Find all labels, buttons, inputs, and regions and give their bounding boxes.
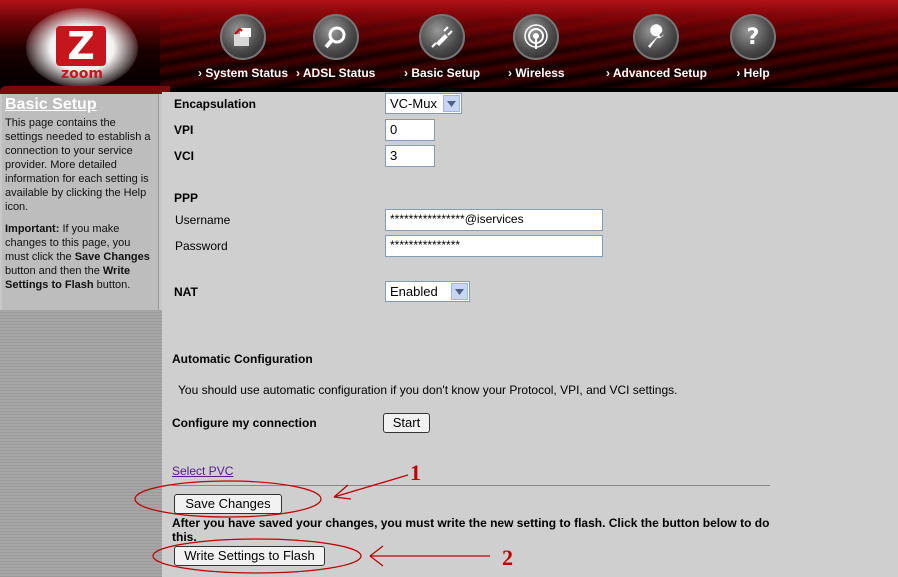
wrench-icon <box>633 14 680 60</box>
chevron-down-icon <box>443 95 460 112</box>
plug-icon <box>419 14 466 60</box>
important-label: Important: <box>5 223 60 235</box>
nav-basic-setup[interactable]: › Basic Setup <box>404 14 480 80</box>
start-button[interactable]: Start <box>383 413 430 433</box>
auto-config-heading: Automatic Configuration <box>172 352 313 366</box>
system-status-icon <box>220 14 267 60</box>
annotation-marker-2: 2 <box>502 545 513 570</box>
configure-connection-label: Configure my connection <box>172 416 317 430</box>
important-text-2: button and then the <box>5 265 103 277</box>
auto-config-description: You should use automatic configuration i… <box>178 383 678 397</box>
sidebar-title: Basic Setup <box>5 96 97 113</box>
username-label: Username <box>175 213 231 227</box>
nav-help[interactable]: ? › Help <box>730 14 776 80</box>
nav-advanced-setup-label: › Advanced Setup <box>606 66 707 80</box>
vpi-label: VPI <box>174 123 194 137</box>
select-pvc-link[interactable]: Select PVC <box>172 464 233 478</box>
save-changes-button[interactable]: Save Changes <box>174 494 282 514</box>
encapsulation-label: Encapsulation <box>174 97 257 111</box>
svg-text:?: ? <box>747 25 760 50</box>
password-label: Password <box>175 239 228 253</box>
save-changes-mention: Save Changes <box>74 251 150 263</box>
nav-system-status[interactable]: › System Status <box>198 14 288 80</box>
wireless-icon <box>513 14 560 60</box>
nat-value: Enabled <box>390 284 438 299</box>
magnifier-icon <box>312 14 359 60</box>
sidebar-description: This page contains the settings needed t… <box>5 117 151 213</box>
nat-select[interactable]: Enabled <box>385 281 470 302</box>
important-text-3: button. <box>93 279 131 291</box>
logo-text: zoom <box>61 66 103 82</box>
nav-adsl-status[interactable]: › ADSL Status <box>296 14 375 80</box>
annotation-marker-1: 1 <box>410 460 421 485</box>
password-input[interactable]: *************** <box>385 235 603 257</box>
vpi-input[interactable]: 0 <box>385 119 435 141</box>
question-icon: ? <box>730 14 776 60</box>
sidebar-important: Important: If you make changes to this p… <box>5 222 155 292</box>
vci-label: VCI <box>174 149 195 163</box>
chevron-down-icon <box>451 283 468 300</box>
vci-input[interactable]: 3 <box>385 145 435 167</box>
sidebar-background <box>0 310 162 577</box>
nav-wireless[interactable]: › Wireless <box>508 14 565 80</box>
flash-note: After you have saved your changes, you m… <box>172 516 770 544</box>
zoom-logo[interactable]: Z zoom <box>26 8 138 88</box>
ppp-label: PPP <box>174 191 199 205</box>
logo-z-icon: Z <box>56 26 106 66</box>
divider <box>172 485 770 486</box>
sidebar-help-panel: Basic Setup This page contains the setti… <box>2 94 159 310</box>
nav-advanced-setup[interactable]: › Advanced Setup <box>606 14 707 80</box>
nav-wireless-label: › Wireless <box>508 66 565 80</box>
nat-label: NAT <box>174 285 198 299</box>
username-input[interactable]: ****************@iservices <box>385 209 603 231</box>
encapsulation-select[interactable]: VC-Mux <box>385 93 462 114</box>
write-settings-to-flash-button[interactable]: Write Settings to Flash <box>174 546 325 566</box>
nav-basic-setup-label: › Basic Setup <box>404 66 481 80</box>
sidebar-tab <box>0 86 170 94</box>
nav-adsl-status-label: › ADSL Status <box>296 66 376 80</box>
encapsulation-value: VC-Mux <box>390 96 437 111</box>
nav-help-label: › Help <box>736 66 770 80</box>
header-banner: Z zoom › System Status › ADSL Status › B… <box>0 0 898 92</box>
nav-system-status-label: › System Status <box>198 66 289 80</box>
